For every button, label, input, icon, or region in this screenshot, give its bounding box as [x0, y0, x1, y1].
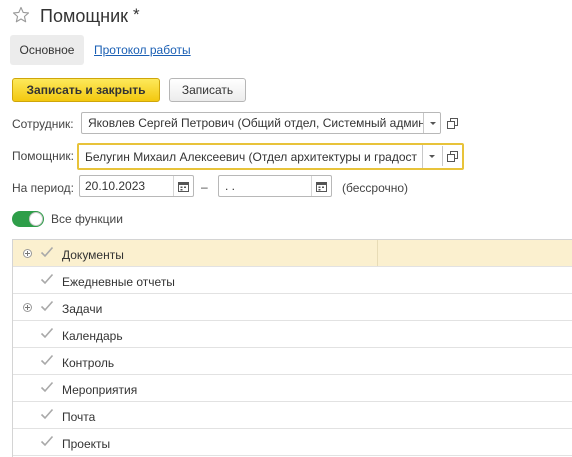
assistant-open-button[interactable]: [442, 146, 461, 166]
checkmark-icon[interactable]: [40, 273, 54, 285]
employee-dropdown-button[interactable]: [423, 113, 440, 133]
period-to-value: . .: [225, 179, 236, 193]
star-icon[interactable]: [12, 6, 30, 24]
tab-work-log[interactable]: Протокол работы: [94, 43, 191, 57]
period-to-field[interactable]: . .: [218, 175, 332, 197]
tree-row-label: Мероприятия: [62, 383, 138, 397]
employee-value: Яковлев Сергей Петрович (Общий отдел, Си…: [88, 116, 425, 130]
checkmark-icon[interactable]: [40, 327, 54, 339]
open-window-icon: [447, 117, 458, 129]
tree-row-label: Почта: [62, 410, 96, 424]
title-bar: Помощник *: [0, 0, 572, 32]
tree-row-label: Контроль: [62, 356, 115, 370]
period-from-field[interactable]: 20.10.2023: [79, 175, 194, 197]
save-and-close-button[interactable]: Записать и закрыть: [12, 78, 160, 102]
employee-field[interactable]: Яковлев Сергей Петрович (Общий отдел, Си…: [81, 112, 441, 134]
checkmark-icon[interactable]: [40, 300, 54, 312]
checkmark-icon[interactable]: [40, 246, 54, 258]
tree-row-label: Ежедневные отчеты: [62, 275, 175, 289]
tree-row[interactable]: Проекты: [13, 429, 572, 456]
open-window-icon: [446, 150, 458, 162]
chevron-down-icon: [428, 155, 435, 158]
checkmark-icon[interactable]: [40, 354, 54, 366]
tree-row[interactable]: Контроль: [13, 348, 572, 375]
period-from-calendar-button[interactable]: [173, 176, 193, 196]
tree-row[interactable]: Мероприятия: [13, 375, 572, 402]
checkmark-icon[interactable]: [40, 408, 54, 420]
tree-row-label: Документы: [62, 248, 124, 262]
checkmark-icon[interactable]: [40, 381, 54, 393]
tree-row-label: Задачи: [62, 302, 103, 316]
period-label: На период:: [12, 181, 74, 195]
period-note: (бессрочно): [342, 181, 409, 195]
tab-main[interactable]: Основное: [10, 35, 84, 65]
checkmark-icon[interactable]: [40, 435, 54, 447]
tree-row[interactable]: Задачи: [13, 294, 572, 321]
calendar-icon: [178, 181, 189, 192]
assistant-label: Помощник:: [12, 149, 75, 163]
save-button[interactable]: Записать: [169, 78, 246, 102]
assistant-dropdown-button[interactable]: [422, 145, 440, 168]
all-functions-toggle[interactable]: [12, 211, 44, 227]
tree-row-label: Проекты: [62, 437, 111, 451]
column-separator: [377, 240, 378, 266]
calendar-icon: [316, 181, 327, 192]
all-functions-label: Все функции: [51, 212, 123, 226]
page-title: Помощник: [40, 6, 129, 26]
tree-row-label: Календарь: [62, 329, 123, 343]
assistant-field[interactable]: Белугин Михаил Алексеевич (Отдел архитек…: [77, 143, 464, 170]
toggle-knob: [29, 212, 43, 226]
functions-tree: Документы Ежедневные отчеты Задачи Календар…: [12, 239, 572, 457]
period-dash: –: [201, 180, 208, 194]
period-from-value: 20.10.2023: [85, 179, 146, 193]
tree-row[interactable]: Почта: [13, 402, 572, 429]
assistant-value: Белугин Михаил Алексеевич (Отдел архитек…: [85, 150, 417, 164]
expand-plus-icon[interactable]: [23, 303, 32, 312]
tree-row[interactable]: Документы: [13, 240, 572, 267]
employee-label: Сотрудник:: [12, 117, 74, 131]
tree-row[interactable]: Календарь: [13, 321, 572, 348]
employee-open-button[interactable]: [443, 113, 462, 133]
period-to-calendar-button[interactable]: [311, 176, 331, 196]
expand-plus-icon[interactable]: [23, 249, 32, 258]
tree-row[interactable]: Ежедневные отчеты: [13, 267, 572, 294]
chevron-down-icon: [429, 121, 436, 125]
modified-mark: *: [133, 5, 140, 24]
